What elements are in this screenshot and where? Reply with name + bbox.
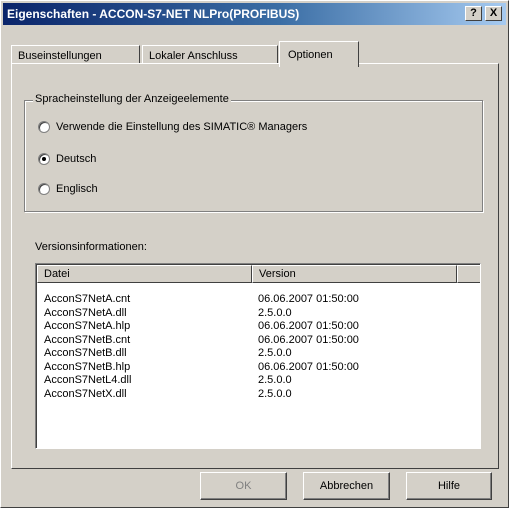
help-icon[interactable]: ? <box>465 6 482 21</box>
title-bar[interactable]: Eigenschaften - ACCON-S7-NET NLPro(PROFI… <box>3 3 506 25</box>
version-list[interactable]: Datei Version AcconS7NetA.cnt 06.06.2007… <box>35 263 481 449</box>
radio-label: Deutsch <box>56 153 97 165</box>
properties-dialog: Eigenschaften - ACCON-S7-NET NLPro(PROFI… <box>0 0 509 508</box>
file-name: AcconS7NetA.hlp <box>44 320 131 332</box>
table-row[interactable]: AcconS7NetB.cnt 06.06.2007 01:50:00 <box>44 334 359 348</box>
cancel-button[interactable]: Abbrechen <box>303 472 390 500</box>
column-header-datei[interactable]: Datei <box>37 265 252 283</box>
tab-buseinstellungen[interactable]: Buseinstellungen <box>11 45 140 65</box>
list-header: Datei Version <box>37 265 480 283</box>
file-version: 06.06.2007 01:50:00 <box>258 360 359 373</box>
language-group-legend: Spracheinstellung der Anzeigeelemente <box>33 93 231 105</box>
file-version: 06.06.2007 01:50:00 <box>258 293 359 305</box>
tab-lokaler-anschluss[interactable]: Lokaler Anschluss <box>142 45 278 65</box>
radio-simatic-manager[interactable]: Verwende die Einstellung des SIMATIC® Ma… <box>38 121 307 133</box>
file-version: 2.5.0.0 <box>258 306 292 319</box>
file-name: AcconS7NetB.dll <box>44 347 127 359</box>
radio-button-checked[interactable] <box>38 153 50 165</box>
file-version: 06.06.2007 01:50:00 <box>258 320 359 332</box>
table-row[interactable]: AcconS7NetL4.dll 2.5.0.0 <box>44 374 359 388</box>
list-body: AcconS7NetA.cnt 06.06.2007 01:50:00 Acco… <box>44 293 359 401</box>
file-name: AcconS7NetX.dll <box>44 387 127 400</box>
file-version: 2.5.0.0 <box>258 347 292 359</box>
file-name: AcconS7NetB.cnt <box>44 333 131 346</box>
table-row[interactable]: AcconS7NetA.hlp 06.06.2007 01:50:00 <box>44 320 359 334</box>
close-icon[interactable]: X <box>485 6 502 21</box>
tab-optionen[interactable]: Optionen <box>279 41 359 67</box>
file-name: AcconS7NetA.dll <box>44 306 127 319</box>
ok-button[interactable]: OK <box>200 472 287 500</box>
radio-label: Englisch <box>56 183 98 195</box>
table-row[interactable]: AcconS7NetB.dll 2.5.0.0 <box>44 347 359 361</box>
radio-label: Verwende die Einstellung des SIMATIC® Ma… <box>56 121 308 133</box>
help-button[interactable]: Hilfe <box>406 472 492 500</box>
radio-deutsch[interactable]: Deutsch <box>38 153 96 165</box>
window-title: Eigenschaften - ACCON-S7-NET NLPro(PROFI… <box>7 7 300 21</box>
table-row[interactable]: AcconS7NetA.cnt 06.06.2007 01:50:00 <box>44 293 359 307</box>
table-row[interactable]: AcconS7NetX.dll 2.5.0.0 <box>44 388 359 402</box>
file-version: 2.5.0.0 <box>258 374 292 386</box>
table-row[interactable]: AcconS7NetB.hlp 06.06.2007 01:50:00 <box>44 361 359 375</box>
file-name: AcconS7NetA.cnt <box>44 293 131 305</box>
table-row[interactable]: AcconS7NetA.dll 2.5.0.0 <box>44 307 359 321</box>
column-header-empty[interactable] <box>457 265 480 283</box>
radio-button[interactable] <box>38 183 50 195</box>
radio-button[interactable] <box>38 121 50 133</box>
file-version: 2.5.0.0 <box>258 387 292 400</box>
version-info-label: Versionsinformationen: <box>35 241 147 253</box>
radio-englisch[interactable]: Englisch <box>38 183 98 195</box>
language-groupbox: Spracheinstellung der Anzeigeelemente Ve… <box>24 93 483 212</box>
file-version: 06.06.2007 01:50:00 <box>258 333 359 346</box>
column-header-version[interactable]: Version <box>252 265 457 283</box>
file-name: AcconS7NetL4.dll <box>44 374 132 386</box>
file-name: AcconS7NetB.hlp <box>44 360 131 373</box>
